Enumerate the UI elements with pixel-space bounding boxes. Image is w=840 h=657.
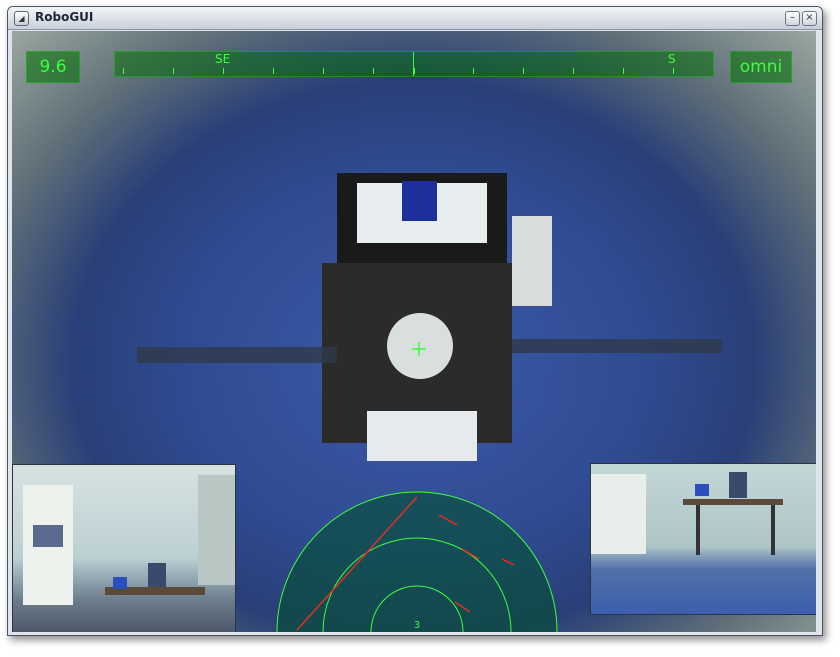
compass-tick bbox=[573, 68, 574, 74]
robot-camera-mount bbox=[387, 313, 453, 379]
radar-background bbox=[277, 492, 557, 632]
close-button[interactable]: × bbox=[802, 11, 817, 26]
compass-tick bbox=[523, 68, 524, 74]
compass-tick bbox=[223, 68, 224, 74]
right-camera-scene bbox=[591, 472, 783, 555]
compass-strip: SE S bbox=[114, 51, 714, 77]
robot-base-plate bbox=[367, 411, 477, 461]
doorway bbox=[198, 475, 235, 585]
compass-tick bbox=[273, 68, 274, 74]
compass-tick bbox=[673, 68, 674, 74]
compass-tick bbox=[414, 68, 415, 74]
compass-label-se: SE bbox=[215, 52, 231, 66]
compass-tick bbox=[373, 68, 374, 74]
left-camera-inset bbox=[12, 464, 236, 632]
robot-blue-box bbox=[402, 181, 437, 221]
radar-range-label: 3 bbox=[414, 620, 420, 631]
close-icon: × bbox=[805, 12, 814, 23]
desk bbox=[683, 499, 783, 505]
compass-center-marker bbox=[413, 52, 414, 76]
camera-viewport[interactable]: 9.6 SE S omni 3 bbox=[12, 31, 816, 632]
robot-arm-right bbox=[512, 339, 722, 353]
compass-tick bbox=[473, 68, 474, 74]
compass-label-s: S bbox=[668, 52, 676, 66]
left-camera-scene bbox=[23, 475, 235, 605]
compass-tick bbox=[323, 68, 324, 74]
robot-arm-left bbox=[137, 347, 337, 363]
speed-readout: 9.6 bbox=[26, 51, 80, 83]
desk-item bbox=[148, 563, 166, 587]
radar-display: 3 bbox=[276, 491, 558, 632]
app-menu-icon[interactable]: ◢ bbox=[14, 11, 29, 26]
compass-tick bbox=[123, 68, 124, 74]
desk-leg bbox=[771, 505, 775, 555]
wall-poster bbox=[591, 474, 646, 554]
blue-object bbox=[695, 484, 709, 496]
window-title: RoboGUI bbox=[35, 10, 94, 24]
poster-image bbox=[33, 525, 63, 547]
minimize-button[interactable]: – bbox=[785, 11, 800, 26]
compass-tick bbox=[623, 68, 624, 74]
robogui-window: ◢ RoboGUI – × 9.6 SE S omni 3 bbox=[7, 6, 823, 636]
right-camera-inset bbox=[590, 463, 816, 615]
compass-tick bbox=[173, 68, 174, 74]
mode-readout[interactable]: omni bbox=[730, 51, 792, 83]
blue-object bbox=[113, 577, 127, 589]
robot-side-box bbox=[512, 216, 552, 306]
desk-leg bbox=[696, 505, 700, 555]
desk-item bbox=[729, 472, 747, 498]
minimize-icon: – bbox=[790, 12, 795, 23]
title-bar[interactable]: ◢ RoboGUI – × bbox=[8, 7, 822, 30]
